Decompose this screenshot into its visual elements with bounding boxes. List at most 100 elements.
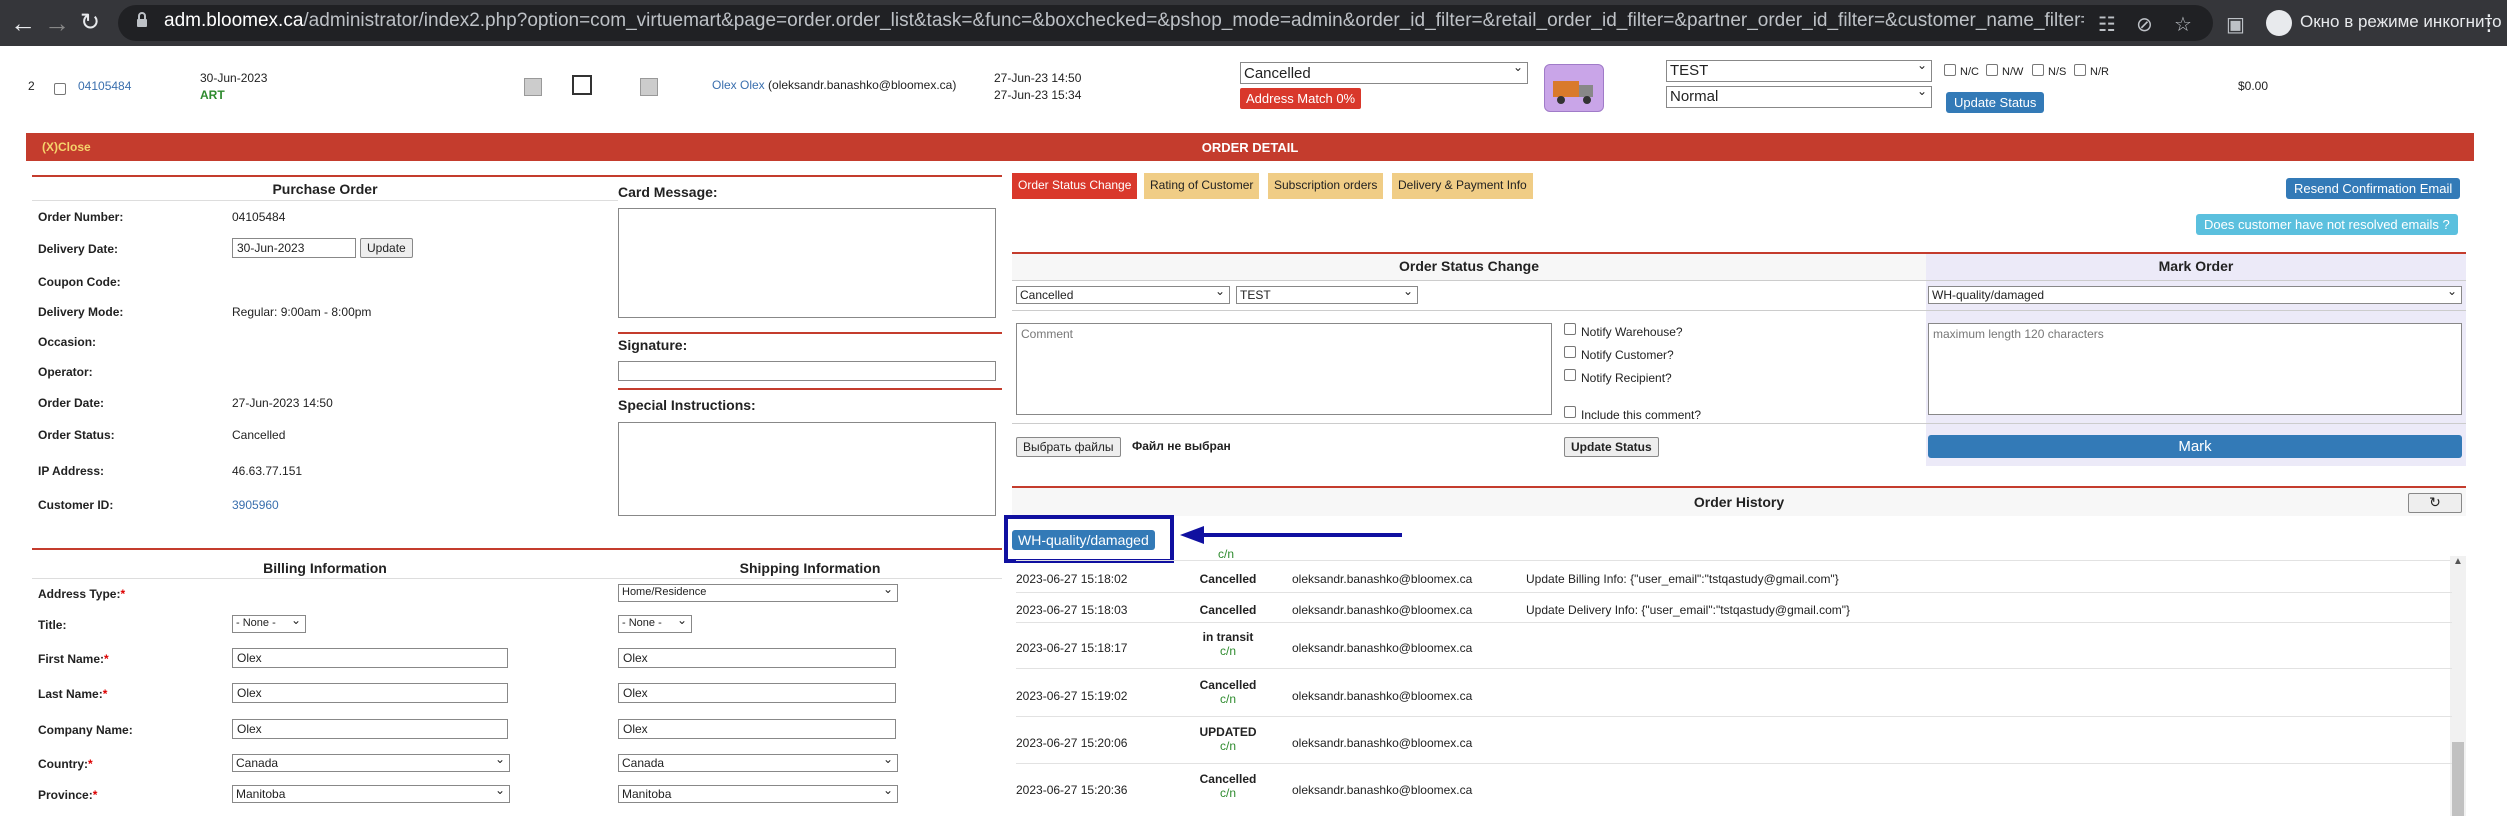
row-checkbox[interactable] xyxy=(54,83,66,95)
menu-icon[interactable]: ⋮ xyxy=(2478,10,2500,36)
incognito-icon[interactable] xyxy=(2266,10,2292,36)
back-icon[interactable]: ← xyxy=(10,10,36,36)
update-status-button[interactable]: Update Status xyxy=(1564,437,1659,457)
order-history-title: Order History xyxy=(1693,494,1785,510)
history-user: oleksandr.banashko@bloomex.ca xyxy=(1292,689,1473,703)
tab-delivery-payment-info[interactable]: Delivery & Payment Info xyxy=(1392,173,1533,199)
shipping-last-name-input[interactable]: Olex xyxy=(618,683,896,703)
list-icon[interactable] xyxy=(572,75,592,95)
billing-title-select[interactable]: - None - xyxy=(232,615,306,633)
flag-nw-checkbox[interactable] xyxy=(1986,64,1998,76)
shipping-province-select[interactable]: Manitoba xyxy=(618,785,898,803)
signature-input[interactable] xyxy=(618,361,996,381)
history-user: oleksandr.banashko@bloomex.ca xyxy=(1292,572,1473,586)
history-time: 2023-06-27 15:20:36 xyxy=(1016,783,1128,797)
print-icon[interactable] xyxy=(640,78,658,96)
card-message-textarea[interactable] xyxy=(618,208,996,318)
billing-last-name-input[interactable]: Olex xyxy=(232,683,508,703)
province-label: Province:* xyxy=(38,788,98,802)
flag-nw-label: N/W xyxy=(2002,66,2024,78)
customer-cell: Olex Olex (oleksandr.banashko@bloomex.ca… xyxy=(712,78,956,92)
address-match-badge: Address Match 0% xyxy=(1240,88,1362,109)
notify-warehouse-label: Notify Warehouse? xyxy=(1581,325,1683,339)
wh-quality-damaged-tag[interactable]: WH-quality/damaged xyxy=(1012,530,1155,550)
flag-ns-checkbox[interactable] xyxy=(2032,64,2044,76)
choose-files-button[interactable]: Выбрать файлы xyxy=(1016,437,1121,457)
warehouse-change-select[interactable]: TEST xyxy=(1236,286,1418,304)
forward-icon[interactable]: → xyxy=(44,10,70,36)
customer-link[interactable]: Olex Olex xyxy=(712,78,765,92)
history-status: Cancelled c/n xyxy=(1199,772,1257,800)
shipping-address-type-select[interactable]: Home/Residence xyxy=(618,584,898,602)
order-date-label: Order Date: xyxy=(38,396,105,410)
comment-textarea[interactable]: Comment xyxy=(1016,323,1552,415)
sidebar-icon[interactable]: ▣ xyxy=(2226,12,2245,37)
mark-order-textarea[interactable]: maximum length 120 characters xyxy=(1928,323,2462,415)
history-note: Update Delivery Info: {"user_email":"tst… xyxy=(1526,603,1851,617)
history-time: 2023-06-27 15:18:02 xyxy=(1016,572,1128,586)
scroll-up-icon[interactable]: ▲ xyxy=(2453,556,2463,567)
shipping-country-select[interactable]: Canada xyxy=(618,754,898,772)
delivery-truck-icon[interactable] xyxy=(1544,64,1604,112)
mark-order-select[interactable]: WH-quality/damaged xyxy=(1928,286,2462,304)
flag-nr-checkbox[interactable] xyxy=(2074,64,2086,76)
copy-icon[interactable] xyxy=(524,78,542,96)
row-status-select[interactable]: Cancelled xyxy=(1240,62,1528,84)
order-modified: 27-Jun-23 15:34 xyxy=(994,88,1082,102)
first-name-label: First Name:* xyxy=(38,652,109,666)
translate-icon[interactable]: ☷ xyxy=(2098,12,2116,37)
tab-subscription-orders[interactable]: Subscription orders xyxy=(1268,173,1384,199)
billing-first-name-input[interactable]: Olex xyxy=(232,648,508,668)
history-time: 2023-06-27 15:18:03 xyxy=(1016,603,1128,617)
unresolved-emails-button[interactable]: Does customer have not resolved emails ? xyxy=(2196,214,2458,235)
mark-button[interactable]: Mark xyxy=(1928,435,2462,458)
tab-order-status-change[interactable]: Order Status Change xyxy=(1012,173,1138,199)
flag-nr-label: N/R xyxy=(2090,66,2109,78)
notify-recipient-checkbox[interactable] xyxy=(1564,369,1576,381)
billing-company-input[interactable]: Olex xyxy=(232,719,508,739)
tab-rating-of-customer[interactable]: Rating of Customer xyxy=(1144,173,1260,199)
incognito-label[interactable]: Окно в режиме инкогнито xyxy=(2300,12,2502,32)
shipping-company-input[interactable]: Olex xyxy=(618,719,896,739)
operator-label: Operator: xyxy=(38,365,93,379)
billing-country-select[interactable]: Canada xyxy=(232,754,510,772)
shipping-information-title: Shipping Information xyxy=(739,560,881,576)
status-change-select[interactable]: Cancelled xyxy=(1016,286,1230,304)
flag-nc-checkbox[interactable] xyxy=(1944,64,1956,76)
order-id-link[interactable]: 04105484 xyxy=(78,79,131,93)
billing-information-title: Billing Information xyxy=(263,560,387,576)
delivery-date-input[interactable]: 30-Jun-2023 xyxy=(232,238,356,258)
last-name-label: Last Name:* xyxy=(38,687,108,701)
signature-label: Signature: xyxy=(618,337,688,353)
reload-icon[interactable]: ↻ xyxy=(80,10,100,36)
ip-address-value: 46.63.77.151 xyxy=(232,464,303,478)
lock-icon xyxy=(137,12,147,27)
refresh-history-button[interactable]: ↻ xyxy=(2408,493,2462,513)
eye-off-icon[interactable]: ⊘ xyxy=(2136,12,2153,37)
flag-ns-label: N/S xyxy=(2048,66,2067,78)
bookmark-star-icon[interactable]: ☆ xyxy=(2174,12,2192,37)
history-user: oleksandr.banashko@bloomex.ca xyxy=(1292,641,1473,655)
history-user: oleksandr.banashko@bloomex.ca xyxy=(1292,603,1473,617)
shipping-first-name-input[interactable]: Olex xyxy=(618,648,896,668)
row-priority-select[interactable]: Normal xyxy=(1666,86,1932,108)
special-instructions-textarea[interactable] xyxy=(618,422,996,516)
notify-customer-checkbox[interactable] xyxy=(1564,346,1576,358)
url-text[interactable]: adm.bloomex.ca/administrator/index2.php?… xyxy=(164,10,2084,32)
notify-customer-label: Notify Customer? xyxy=(1581,348,1674,362)
shipping-title-select[interactable]: - None - xyxy=(618,615,692,633)
include-comment-checkbox[interactable] xyxy=(1564,406,1576,418)
delivery-date-update-button[interactable]: Update xyxy=(360,238,413,258)
comment-placeholder: Comment xyxy=(1021,327,1074,341)
notify-warehouse-checkbox[interactable] xyxy=(1564,323,1576,335)
order-status-change-title: Order Status Change xyxy=(1398,258,1540,274)
customer-id-link[interactable]: 3905960 xyxy=(232,498,279,512)
resend-confirmation-button[interactable]: Resend Confirmation Email xyxy=(2286,178,2461,199)
order-code: ART xyxy=(200,88,225,102)
billing-province-select[interactable]: Manitoba xyxy=(232,785,510,803)
history-scrollbar-thumb[interactable] xyxy=(2452,742,2464,816)
row-warehouse-select[interactable]: TEST xyxy=(1666,60,1932,82)
title-label: Title: xyxy=(38,618,67,632)
occasion-label: Occasion: xyxy=(38,335,97,349)
row-update-status-button[interactable]: Update Status xyxy=(1946,92,2045,113)
